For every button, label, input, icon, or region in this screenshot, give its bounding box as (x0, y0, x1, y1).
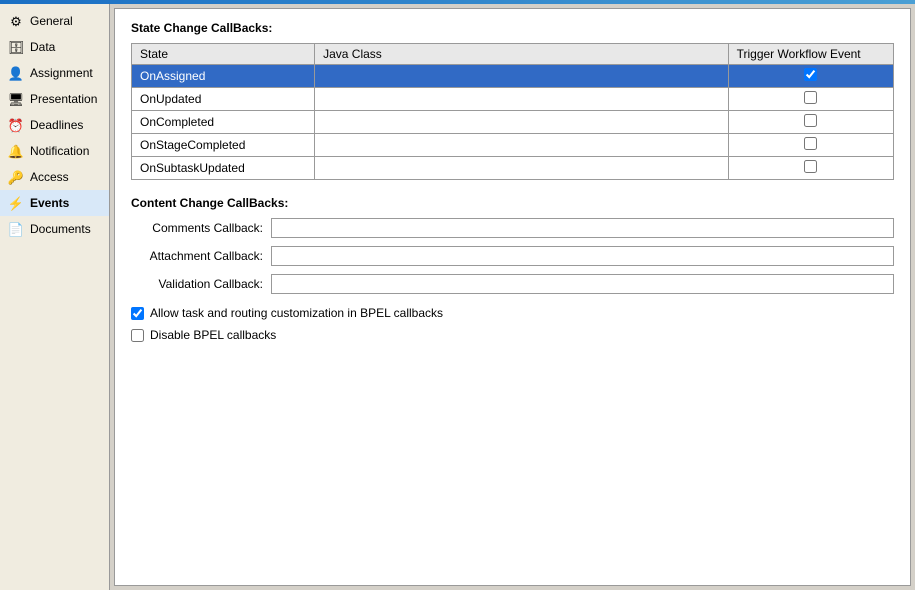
trigger-cell[interactable] (728, 111, 893, 134)
table-row[interactable]: OnUpdated (132, 88, 894, 111)
main-container: ⚙ General 🗄 Data 👤 Assignment 🖥 Presentation ⏰ De… (0, 4, 915, 590)
sidebar-item-general[interactable]: ⚙ General (0, 8, 109, 34)
trigger-checkbox-4[interactable] (804, 160, 817, 173)
trigger-checkbox-1[interactable] (804, 91, 817, 104)
table-row[interactable]: OnAssigned (132, 65, 894, 88)
sidebar-label-data: Data (30, 40, 55, 54)
checkboxes-section: Allow task and routing customization in … (131, 306, 894, 342)
javaclass-cell (315, 88, 728, 111)
attachment-label: Attachment Callback: (131, 249, 271, 263)
checkbox-row-allow-bpel: Allow task and routing customization in … (131, 306, 894, 320)
javaclass-cell (315, 134, 728, 157)
sidebar-label-assignment: Assignment (30, 66, 93, 80)
trigger-cell[interactable] (728, 88, 893, 111)
comments-input[interactable] (271, 218, 894, 238)
documents-icon: 📄 (8, 221, 24, 237)
sidebar-label-access: Access (30, 170, 69, 184)
sidebar-item-events[interactable]: ⚡ Events (0, 190, 109, 216)
general-icon: ⚙ (8, 13, 24, 29)
deadlines-icon: ⏰ (8, 117, 24, 133)
sidebar-item-access[interactable]: 🔑 Access (0, 164, 109, 190)
comments-label: Comments Callback: (131, 221, 271, 235)
sidebar-label-notification: Notification (30, 144, 89, 158)
form-row-validation: Validation Callback: (131, 274, 894, 294)
notification-icon: 🔔 (8, 143, 24, 159)
form-row-comments: Comments Callback: (131, 218, 894, 238)
state-callbacks-title: State Change CallBacks: (131, 21, 894, 35)
state-cell: OnAssigned (132, 65, 315, 88)
sidebar-item-documents[interactable]: 📄 Documents (0, 216, 109, 242)
sidebar-item-data[interactable]: 🗄 Data (0, 34, 109, 60)
events-icon: ⚡ (8, 195, 24, 211)
javaclass-cell (315, 65, 728, 88)
sidebar-item-notification[interactable]: 🔔 Notification (0, 138, 109, 164)
trigger-checkbox-2[interactable] (804, 114, 817, 127)
trigger-cell[interactable] (728, 134, 893, 157)
disable-bpel-checkbox[interactable] (131, 329, 144, 342)
sidebar-label-deadlines: Deadlines (30, 118, 83, 132)
sidebar-item-deadlines[interactable]: ⏰ Deadlines (0, 112, 109, 138)
trigger-checkbox-3[interactable] (804, 137, 817, 150)
table-row[interactable]: OnStageCompleted (132, 134, 894, 157)
form-row-attachment: Attachment Callback: (131, 246, 894, 266)
sidebar-label-events: Events (30, 196, 69, 210)
trigger-checkbox-0[interactable] (804, 68, 817, 81)
javaclass-cell (315, 111, 728, 134)
sidebar-item-assignment[interactable]: 👤 Assignment (0, 60, 109, 86)
sidebar: ⚙ General 🗄 Data 👤 Assignment 🖥 Presentation ⏰ De… (0, 4, 110, 590)
table-row[interactable]: OnSubtaskUpdated (132, 157, 894, 180)
state-cell: OnStageCompleted (132, 134, 315, 157)
content-callbacks-section: Content Change CallBacks: Comments Callb… (131, 196, 894, 342)
disable-bpel-label: Disable BPEL callbacks (150, 328, 276, 342)
col-header-trigger: Trigger Workflow Event (728, 44, 893, 65)
sidebar-label-general: General (30, 14, 73, 28)
sidebar-label-presentation: Presentation (30, 92, 97, 106)
trigger-cell[interactable] (728, 65, 893, 88)
state-callbacks-table: State Java Class Trigger Workflow Event … (131, 43, 894, 180)
state-cell: OnCompleted (132, 111, 315, 134)
javaclass-cell (315, 157, 728, 180)
access-icon: 🔑 (8, 169, 24, 185)
validation-input[interactable] (271, 274, 894, 294)
data-icon: 🗄 (8, 39, 24, 55)
col-header-javaclass: Java Class (315, 44, 728, 65)
col-header-state: State (132, 44, 315, 65)
sidebar-label-documents: Documents (30, 222, 91, 236)
attachment-input[interactable] (271, 246, 894, 266)
sidebar-item-presentation[interactable]: 🖥 Presentation (0, 86, 109, 112)
checkbox-row-disable-bpel: Disable BPEL callbacks (131, 328, 894, 342)
state-cell: OnUpdated (132, 88, 315, 111)
content-callbacks-title: Content Change CallBacks: (131, 196, 894, 210)
trigger-cell[interactable] (728, 157, 893, 180)
assignment-icon: 👤 (8, 65, 24, 81)
validation-label: Validation Callback: (131, 277, 271, 291)
allow-bpel-checkbox[interactable] (131, 307, 144, 320)
table-row[interactable]: OnCompleted (132, 111, 894, 134)
content-area: State Change CallBacks: State Java Class… (114, 8, 911, 586)
presentation-icon: 🖥 (8, 91, 24, 107)
state-cell: OnSubtaskUpdated (132, 157, 315, 180)
allow-bpel-label: Allow task and routing customization in … (150, 306, 443, 320)
